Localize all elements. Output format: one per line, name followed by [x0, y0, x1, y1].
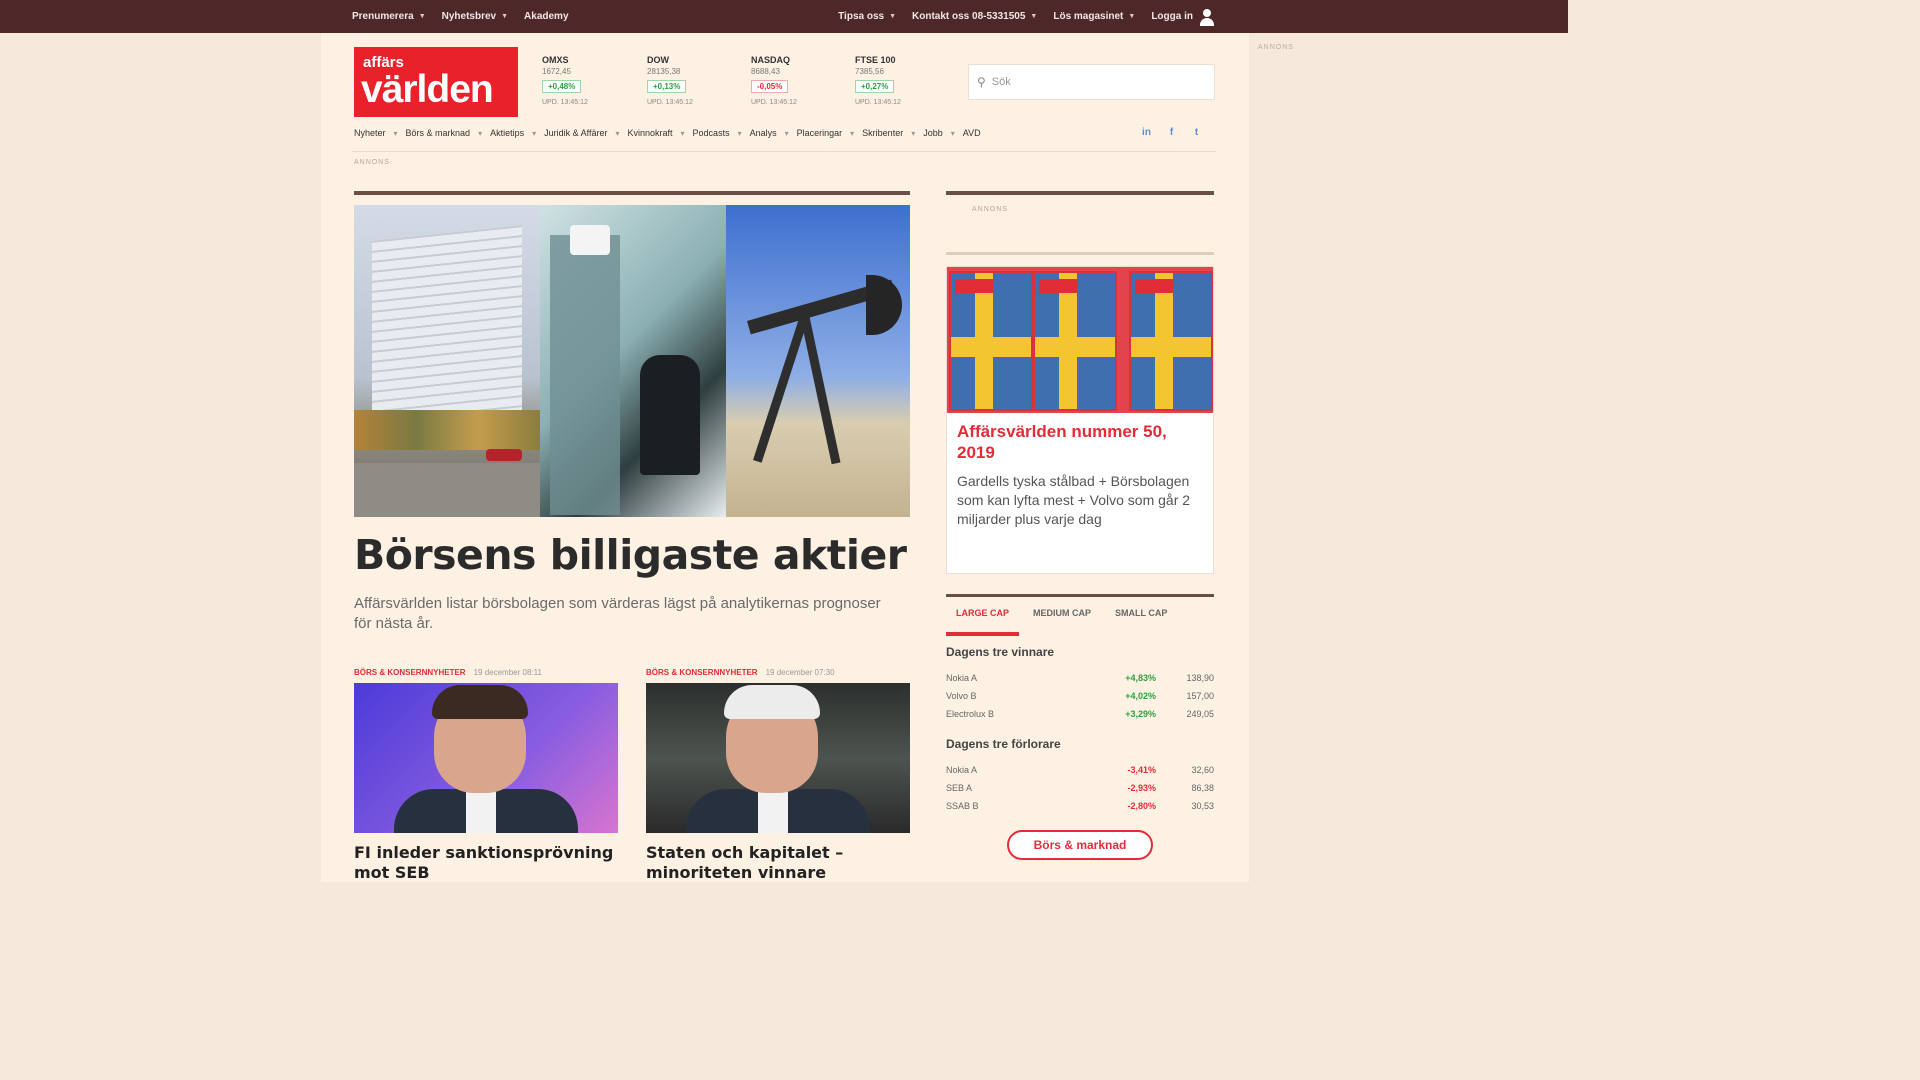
main-lead: Affärsvärlden listar börsbolagen som vär…	[354, 595, 881, 632]
hero-image[interactable]	[354, 205, 910, 517]
chevron-down-icon: ▾	[911, 128, 916, 138]
chevron-down-icon: ▾	[532, 128, 537, 138]
article-title[interactable]: FI inleder sanktionsprövning mot SEB	[354, 843, 618, 883]
main-nav: Nyheter ▾ Börs & marknad ▾ Aktietips ▾ Juri…	[354, 128, 981, 138]
stock-row[interactable]: Nokia A -3,41% 32,60	[946, 762, 1214, 780]
tab-small-cap[interactable]: SMALL CAP	[1105, 604, 1177, 636]
chevron-down-icon: ▾	[784, 128, 789, 138]
chevron-down-icon: ▾	[850, 128, 855, 138]
losers-heading: Dagens tre förlorare	[946, 737, 1061, 751]
search-input[interactable]	[991, 76, 1192, 88]
facebook-icon[interactable]: f	[1165, 126, 1178, 139]
ticker-omxs[interactable]: OMXS 1672,45 +0,48% UPD. 13:45:12	[542, 55, 638, 106]
promo-title[interactable]: Affärsvärlden nummer 50, 2019	[957, 421, 1207, 463]
ticker-change: +0,48%	[542, 80, 582, 93]
stock-row[interactable]: SEB A -2,93% 86,38	[946, 780, 1214, 798]
topbar-link-prenumerera[interactable]: Prenumerera ▼	[352, 11, 426, 22]
chevron-down-icon: ▾	[950, 128, 955, 138]
article-card[interactable]: BÖRS & KONSERNNYHETER 19 december 08:11 F…	[354, 668, 618, 883]
ticker-change: -0,05%	[751, 80, 789, 93]
ticker-dow[interactable]: DOW 28135,38 +0,13% UPD. 13:45:12	[647, 55, 743, 106]
twitter-icon[interactable]: t	[1190, 126, 1203, 139]
nav-item-aktietips[interactable]: Aktietips	[490, 128, 524, 138]
article-category[interactable]: BÖRS & KONSERNNYHETER	[354, 668, 466, 677]
winners-heading: Dagens tre vinnare	[946, 645, 1055, 659]
article-date: 19 december 08:11	[473, 668, 542, 677]
divider	[946, 191, 1214, 195]
divider	[946, 252, 1214, 255]
article-date: 19 december 07:30	[765, 668, 835, 677]
stock-row[interactable]: Nokia A +4,83% 138,90	[946, 670, 1214, 688]
topbar-link-tipsa[interactable]: Tipsa oss ▼	[838, 11, 896, 22]
chevron-down-icon: ▼	[889, 13, 897, 20]
ticker-ftse[interactable]: FTSE 100 7385,56 +0,27% UPD. 13:45:12	[855, 55, 951, 106]
article-card[interactable]: BÖRS & KONSERNNYHETER 19 december 07:30 S…	[646, 668, 910, 883]
search-box[interactable]: ⚲	[968, 64, 1215, 100]
article-title[interactable]: Staten och kapitalet – minoriteten vinna…	[646, 843, 910, 883]
promo-text: Gardells tyska stålbad + Börsbolagen som…	[957, 473, 1191, 527]
divider	[352, 151, 1216, 152]
topbar-link-magasinet[interactable]: Lös magasinet ▼	[1053, 11, 1135, 22]
chevron-down-icon: ▾	[478, 128, 483, 138]
stock-row[interactable]: Volvo B +4,02% 157,00	[946, 688, 1214, 706]
search-icon: ⚲	[977, 75, 986, 89]
ticker-change: +0,13%	[647, 80, 687, 93]
stock-row[interactable]: Electrolux B +3,29% 249,05	[946, 706, 1214, 724]
article-image[interactable]	[646, 683, 910, 833]
office-building-photo	[354, 205, 540, 517]
chevron-down-icon: ▾	[737, 128, 742, 138]
nav-item-podcasts[interactable]: Podcasts	[693, 128, 730, 138]
chevron-down-icon: ▾	[615, 128, 620, 138]
nav-item-avd[interactable]: AVD	[963, 128, 981, 138]
topbar-link-nyhetsbrev[interactable]: Nyhetsbrev ▼	[442, 11, 508, 22]
divider	[946, 594, 1214, 597]
main-headline[interactable]: Börsens billigaste aktier	[354, 531, 907, 579]
ticker-nasdaq[interactable]: NASDAQ 8688,43 -0,05% UPD. 13:45:12	[751, 55, 847, 106]
nav-item-jobb[interactable]: Jobb	[923, 128, 943, 138]
nav-item-placeringar[interactable]: Placeringar	[797, 128, 843, 138]
nav-item-analys[interactable]: Analys	[750, 128, 777, 138]
chevron-down-icon: ▼	[501, 13, 509, 20]
top-bar: Prenumerera ▼ Nyhetsbrev ▼ Akademy Tipsa o…	[0, 0, 1568, 33]
ad-label: ANNONS	[972, 206, 1008, 213]
magazine-covers-image	[947, 267, 1213, 413]
chevron-down-icon: ▼	[1030, 13, 1038, 20]
chevron-down-icon: ▼	[1128, 13, 1136, 20]
topbar-link-akademy[interactable]: Akademy	[524, 11, 568, 22]
tab-medium-cap[interactable]: MEDIUM CAP	[1023, 604, 1101, 636]
stock-row[interactable]: SSAB B -2,80% 30,53	[946, 798, 1214, 816]
market-button[interactable]: Börs & marknad	[1007, 830, 1153, 860]
ad-label: ANNONS	[354, 159, 390, 166]
ad-label: ANNONS	[1258, 44, 1294, 51]
market-tabs: LARGE CAP MEDIUM CAP SMALL CAP	[946, 604, 1214, 636]
topbar-link-kontakt[interactable]: Kontakt oss 08-5331505 ▼	[912, 11, 1037, 22]
social-links: in f t	[1140, 126, 1203, 139]
nav-item-skribenter[interactable]: Skribenter	[862, 128, 903, 138]
user-icon	[1198, 8, 1216, 26]
article-image[interactable]	[354, 683, 618, 833]
login-link[interactable]: Logga in	[1151, 8, 1216, 26]
magazine-promo[interactable]: Affärsvärlden nummer 50, 2019 Gardells t…	[946, 266, 1214, 574]
nav-item-kvinnokraft[interactable]: Kvinnokraft	[628, 128, 673, 138]
office-interior-photo	[540, 205, 726, 517]
nav-item-juridik[interactable]: Juridik & Affärer	[544, 128, 607, 138]
divider	[354, 191, 910, 195]
nav-item-nyheter[interactable]: Nyheter	[354, 128, 386, 138]
oil-pump-photo	[726, 205, 910, 517]
linkedin-icon[interactable]: in	[1140, 126, 1153, 139]
nav-item-bors[interactable]: Börs & marknad	[406, 128, 471, 138]
chevron-down-icon: ▾	[393, 128, 398, 138]
ticker-change: +0,27%	[855, 80, 895, 93]
article-category[interactable]: BÖRS & KONSERNNYHETER	[646, 668, 758, 677]
tab-large-cap[interactable]: LARGE CAP	[946, 604, 1020, 636]
site-logo[interactable]: affärs världen	[354, 47, 518, 117]
chevron-down-icon: ▾	[680, 128, 685, 138]
chevron-down-icon: ▼	[418, 13, 426, 20]
